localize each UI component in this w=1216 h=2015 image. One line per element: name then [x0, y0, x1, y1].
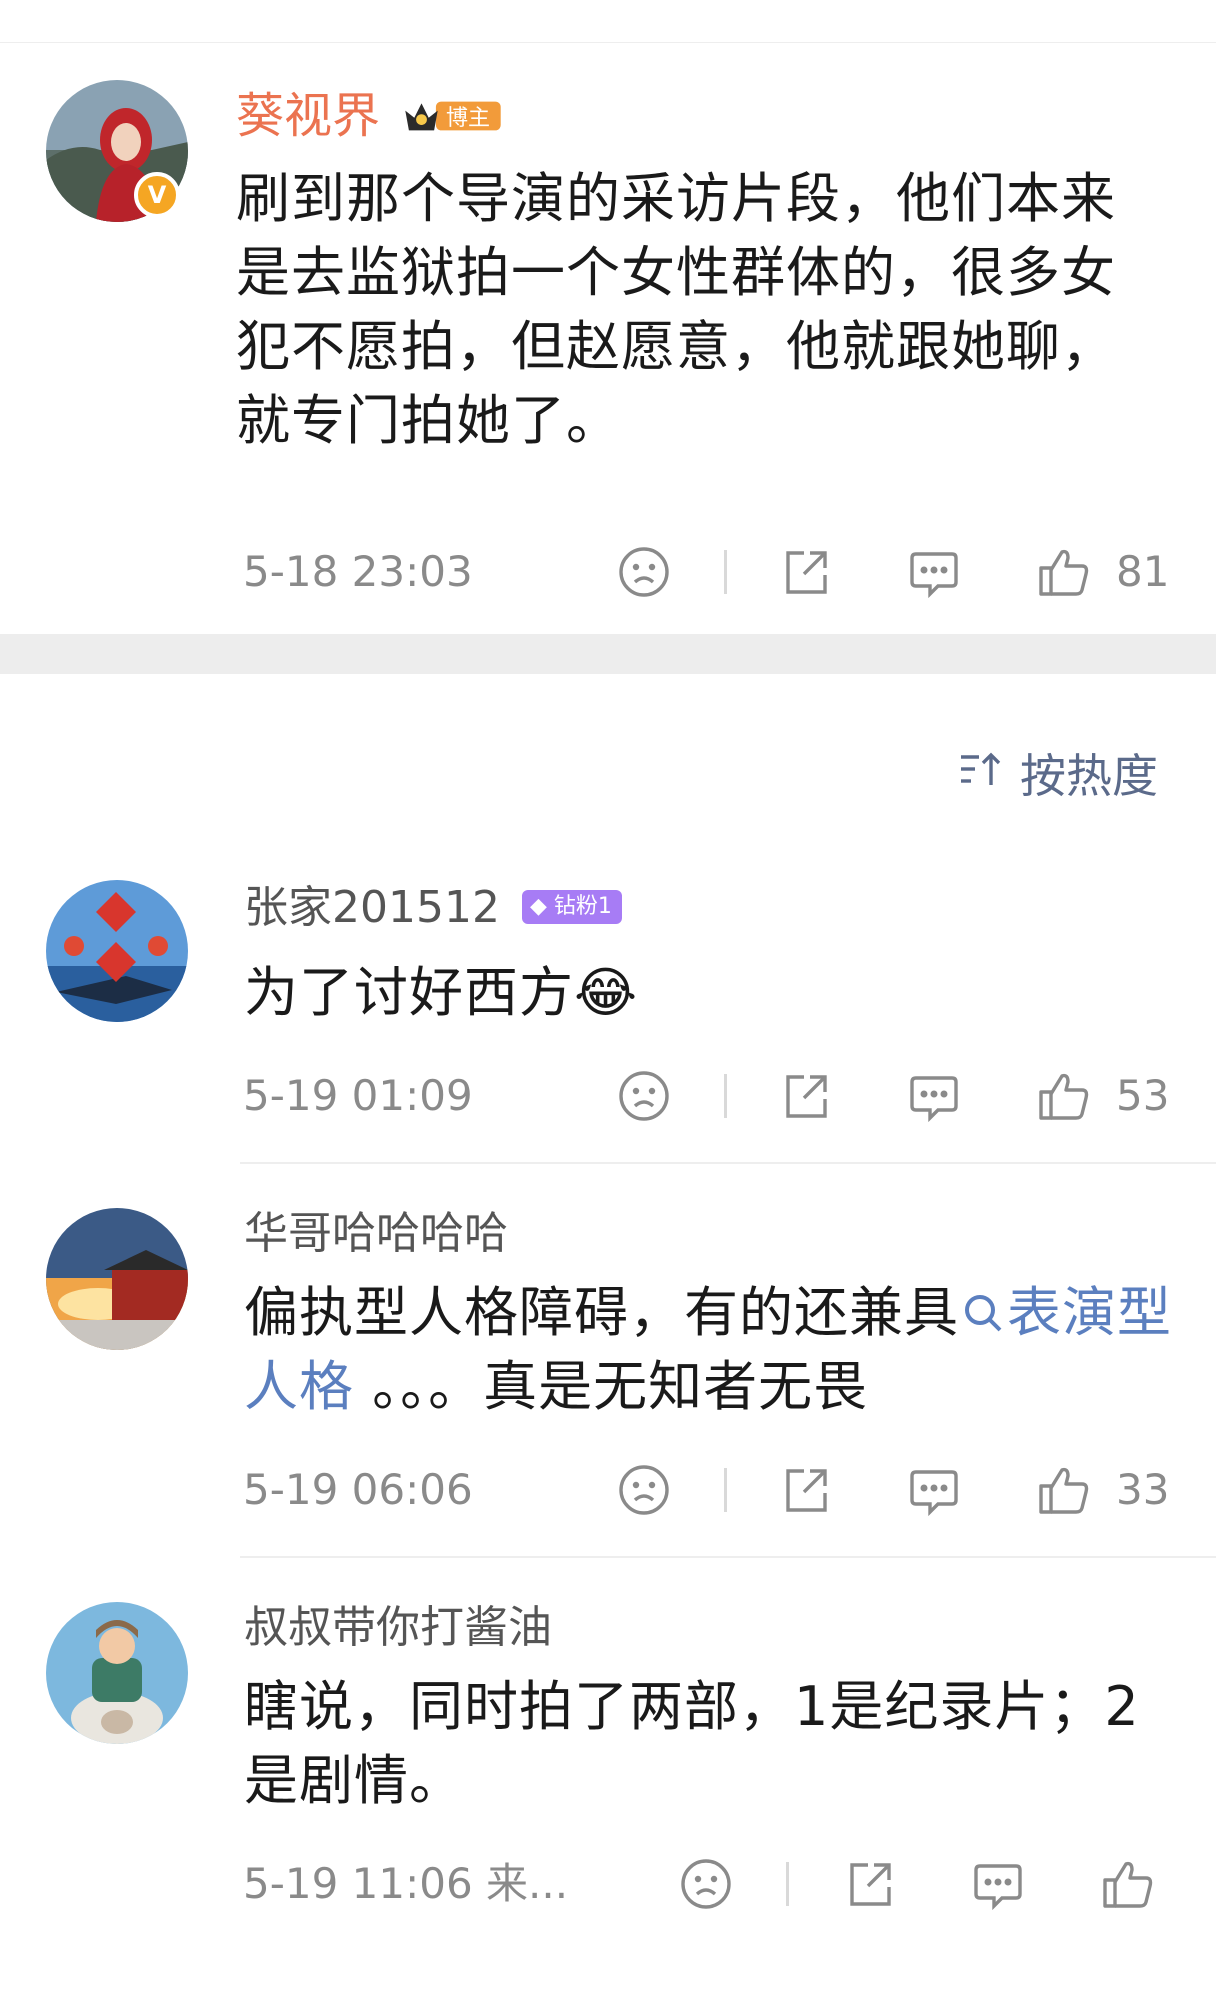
share-icon	[786, 1469, 827, 1512]
sad-face-icon	[681, 1859, 731, 1909]
action-separator	[724, 1074, 727, 1118]
like-button[interactable]	[1036, 544, 1092, 600]
share-button[interactable]	[778, 1462, 834, 1518]
comment-time: 5-19 06:06	[243, 1465, 473, 1514]
diamond-icon: ◆	[530, 894, 547, 919]
author-name[interactable]: 葵视界	[236, 88, 380, 144]
comment-button[interactable]	[906, 1462, 962, 1518]
action-separator	[724, 550, 727, 594]
sad-face-icon	[619, 547, 669, 597]
verified-badge-icon: V	[134, 172, 180, 218]
dislike-button[interactable]	[616, 544, 672, 600]
action-separator	[724, 1468, 727, 1512]
share-icon	[786, 551, 827, 594]
like-count: 81	[1116, 547, 1170, 596]
top-divider	[0, 42, 1216, 43]
post-text: 刷到那个导演的采访片段，他们本来是去监狱拍一个女性群体的，很多女犯不愿拍，但赵愿…	[236, 167, 1116, 452]
like-button[interactable]	[1100, 1856, 1156, 1912]
crying-laughing-emoji-icon: 😂	[574, 961, 639, 1024]
comment-text: 偏执型人格障碍，有的还兼具 表演型人格 。。。真是无知者无畏	[244, 1276, 1174, 1424]
thumbs-up-icon	[1103, 1861, 1153, 1908]
comment-text: 瞎说，同时拍了两部，1是纪录片；2是剧情。	[244, 1675, 1140, 1812]
comment-button[interactable]	[906, 544, 962, 600]
like-button[interactable]	[1036, 1068, 1092, 1124]
like-count: 33	[1116, 1465, 1170, 1514]
comment-separator	[240, 1162, 1216, 1164]
sort-by-heat-button[interactable]: 按热度	[957, 742, 1158, 807]
comment-text-content: 。。。真是无知者无畏	[354, 1355, 869, 1418]
fan-badge-label: 钻粉1	[553, 894, 612, 919]
avatar[interactable]	[46, 880, 188, 1022]
comment-text-content: 为了讨好西方	[244, 961, 574, 1024]
comment-bubble-icon	[910, 552, 958, 599]
search-icon	[965, 1295, 1002, 1332]
share-button[interactable]	[778, 544, 834, 600]
thumbs-up-icon	[1039, 1073, 1089, 1120]
dislike-button[interactable]	[616, 1462, 672, 1518]
action-separator	[786, 1862, 789, 1906]
comment-bubble-icon	[974, 1864, 1022, 1911]
sort-icon	[957, 745, 1005, 807]
sad-face-icon	[619, 1071, 669, 1121]
comment-author[interactable]: 叔叔带你打酱油	[244, 1600, 552, 1656]
comment-button[interactable]	[906, 1068, 962, 1124]
share-icon	[850, 1863, 891, 1906]
like-button[interactable]	[1036, 1462, 1092, 1518]
post-time: 5-18 23:03	[243, 547, 473, 596]
sad-face-icon	[619, 1465, 669, 1515]
thumbs-up-icon	[1039, 1467, 1089, 1514]
sort-label: 按热度	[1020, 748, 1158, 803]
share-icon	[786, 1075, 827, 1118]
like-count: 53	[1116, 1071, 1170, 1120]
comment-bubble-icon	[910, 1470, 958, 1517]
blogger-badge-label: 博主	[446, 106, 491, 131]
comment-time: 5-19 11:06 来...	[243, 1859, 569, 1908]
avatar[interactable]	[46, 1208, 188, 1350]
comment-button[interactable]	[970, 1856, 1026, 1912]
fan-badge: ◆ 钻粉1	[522, 890, 622, 924]
comment-author[interactable]: 华哥哈哈哈哈	[244, 1206, 508, 1262]
share-button[interactable]	[778, 1068, 834, 1124]
comment-separator	[240, 1556, 1216, 1558]
dislike-button[interactable]	[678, 1856, 734, 1912]
comment-text: 为了讨好西方😂	[244, 956, 1144, 1030]
dislike-button[interactable]	[616, 1068, 672, 1124]
comment-bubble-icon	[910, 1076, 958, 1123]
thumbs-up-icon	[1039, 549, 1089, 596]
section-divider	[0, 634, 1216, 674]
comment-text-content: 偏执型人格障碍，有的还兼具	[244, 1281, 959, 1344]
share-button[interactable]	[842, 1856, 898, 1912]
comment-time: 5-19 01:09	[243, 1071, 473, 1120]
comment-author[interactable]: 张家201512	[244, 880, 500, 936]
avatar[interactable]	[46, 1602, 188, 1744]
